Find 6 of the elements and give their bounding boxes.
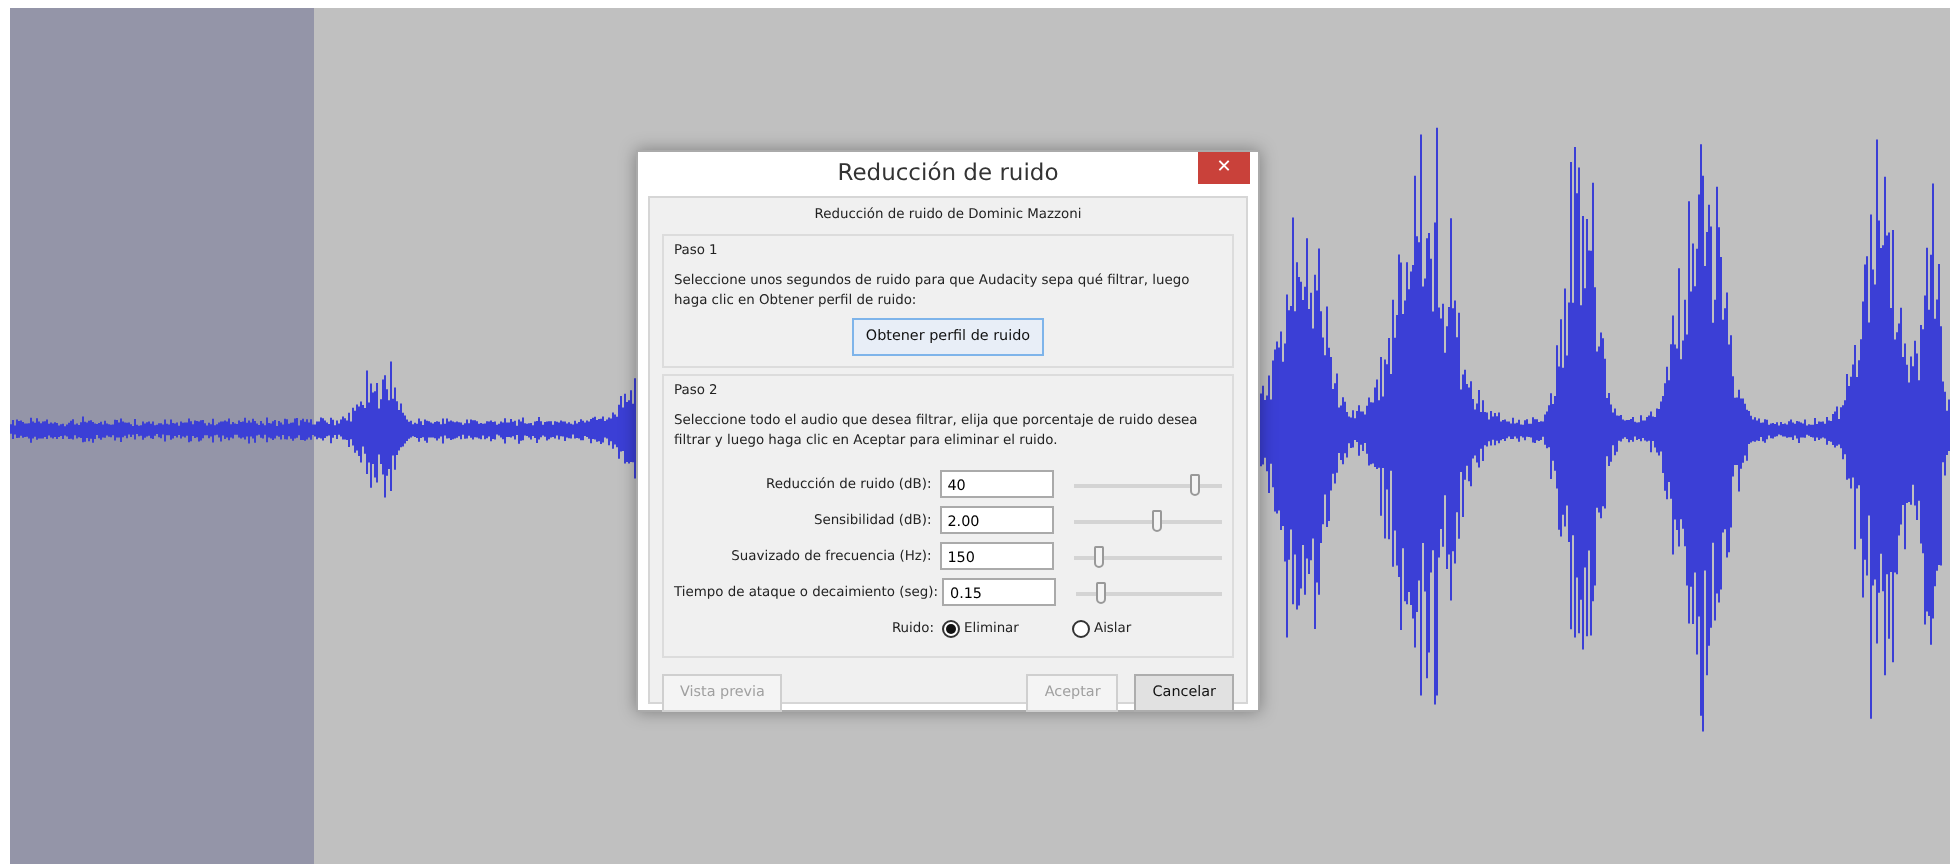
slider-thumb[interactable] bbox=[1096, 581, 1107, 604]
slider-thumb[interactable] bbox=[1189, 473, 1200, 496]
window-title: Reducción de ruido bbox=[837, 156, 1059, 191]
close-button[interactable]: ✕ bbox=[1198, 152, 1250, 184]
slider-thumb[interactable] bbox=[1094, 545, 1105, 568]
slider-thumb[interactable] bbox=[1151, 509, 1162, 532]
